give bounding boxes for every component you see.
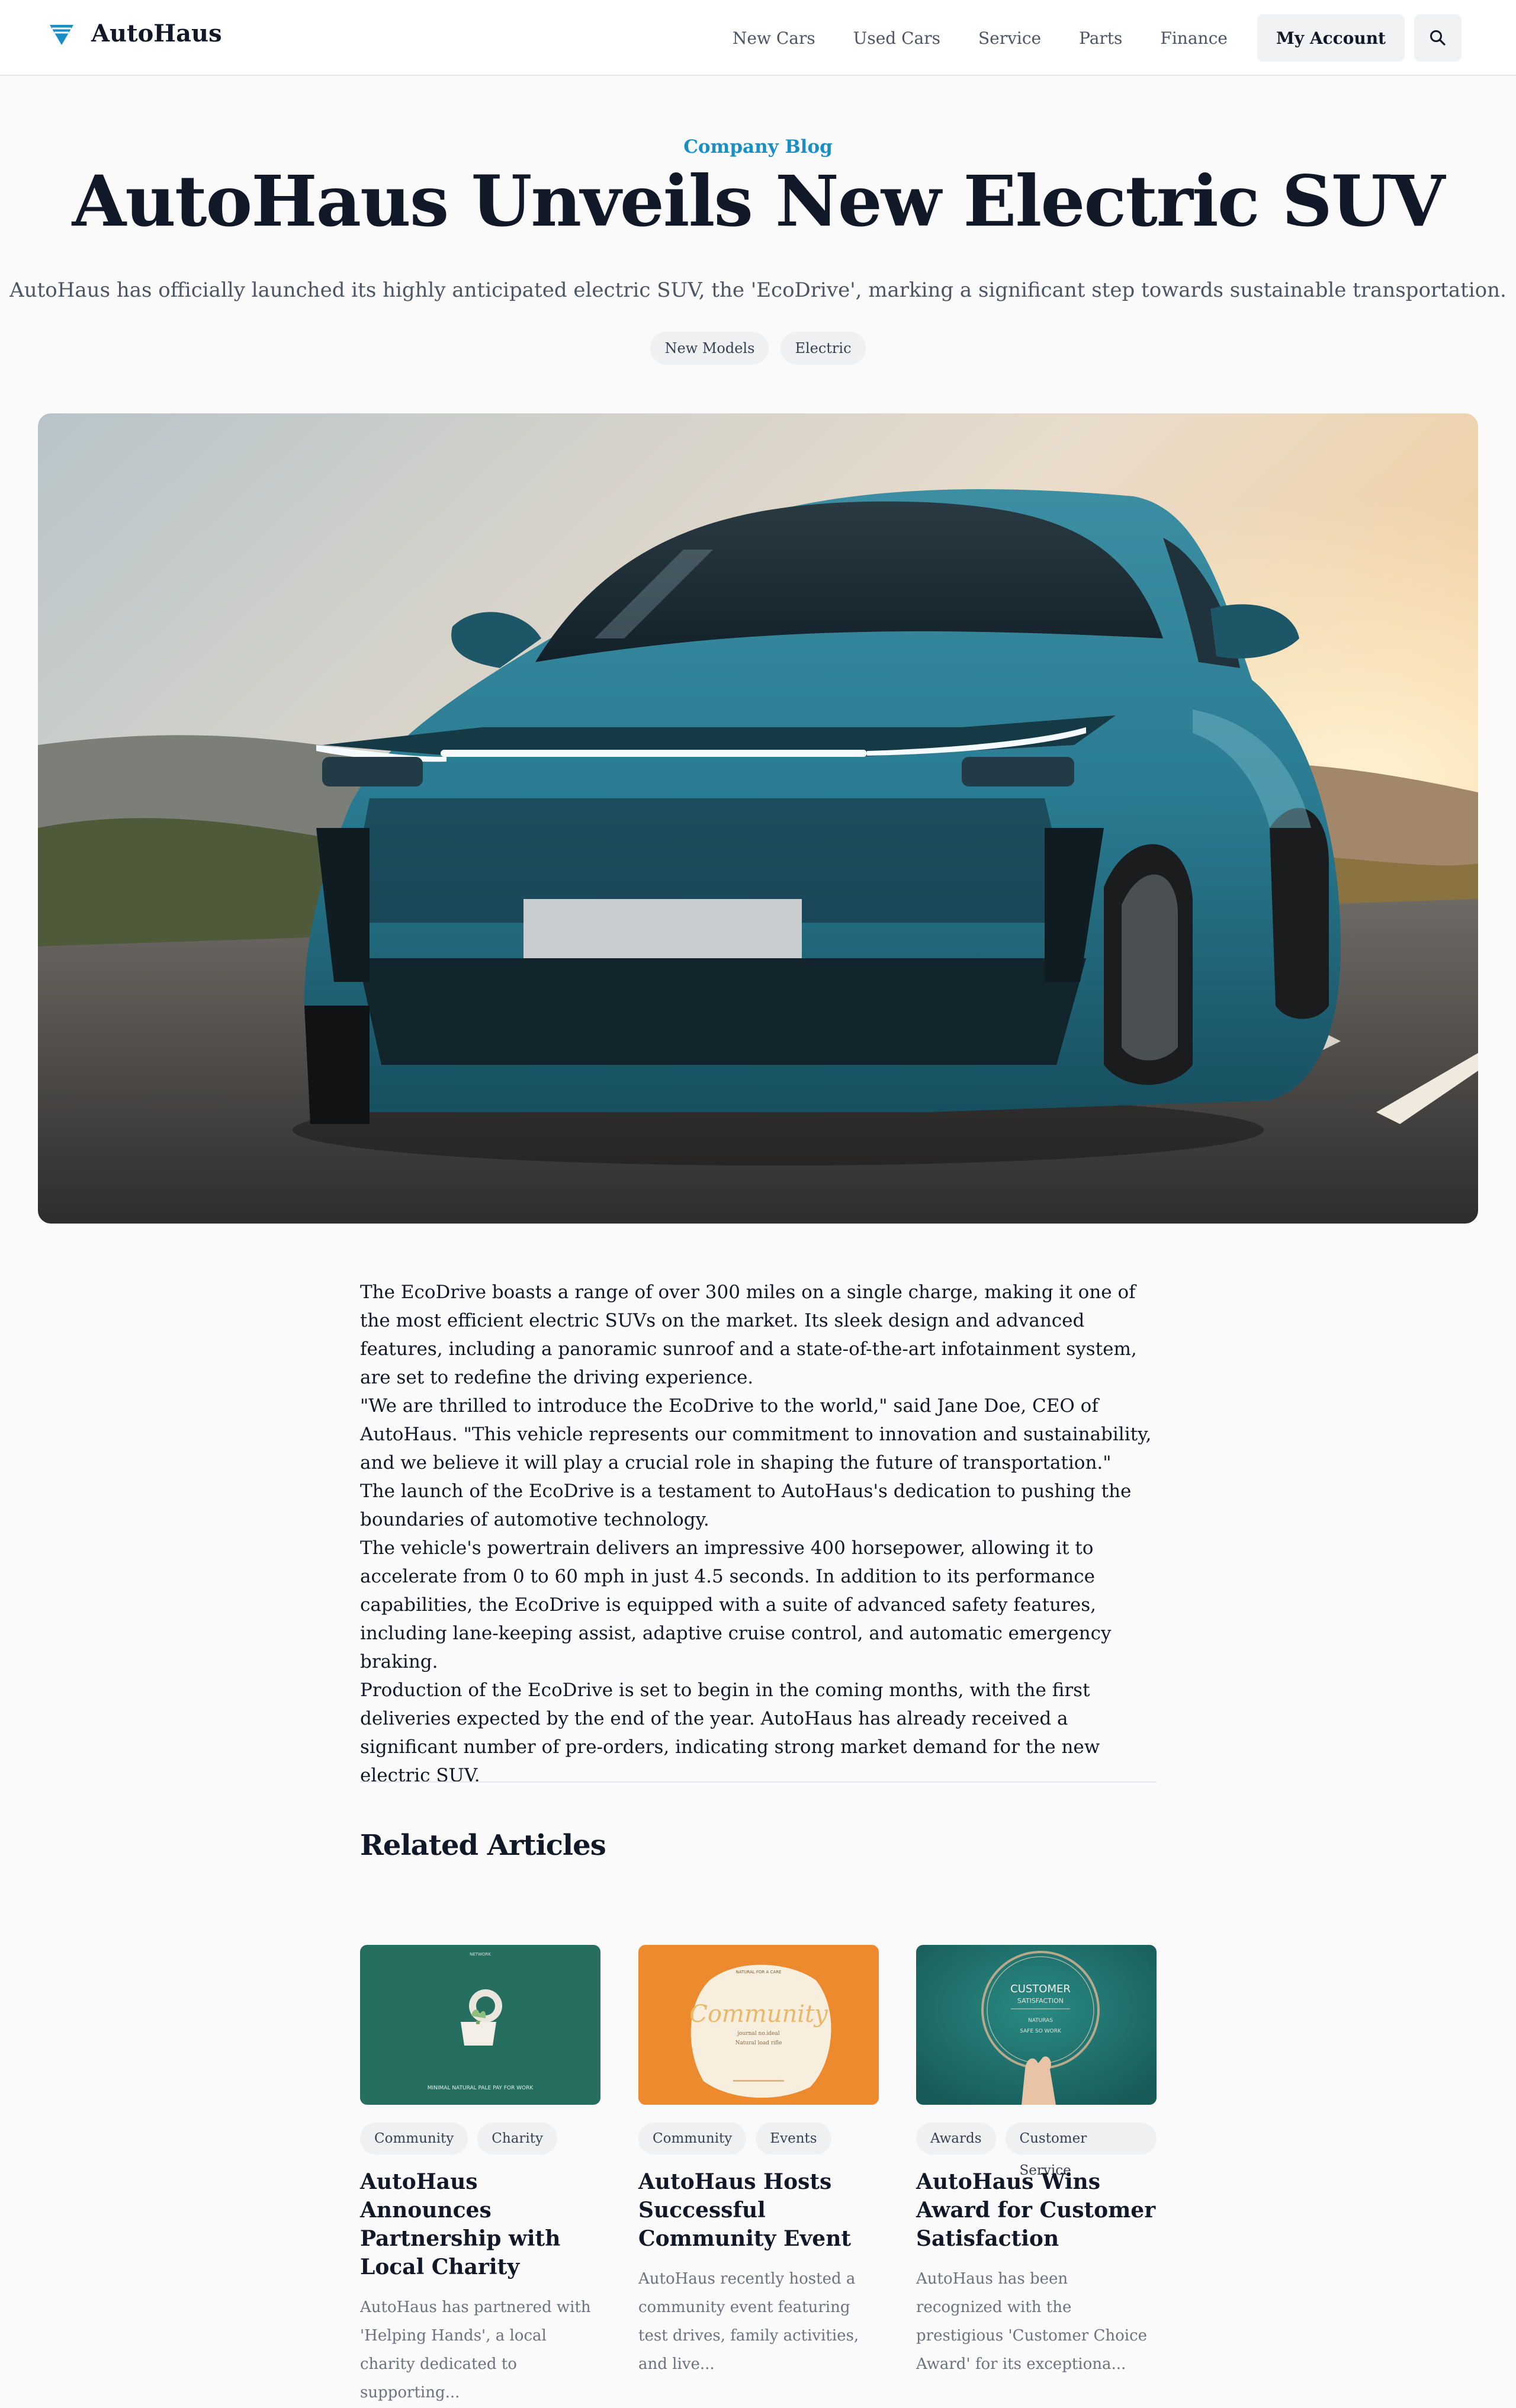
article-body: The EcoDrive boasts a range of over 300 … [360, 1278, 1157, 1790]
card-image-line: SAFE SO WORK [1020, 2028, 1062, 2034]
top-navbar: AutoHaus New Cars Used Cars Service Part… [0, 0, 1516, 76]
card-image-top-text: NETWORK [470, 1952, 491, 1957]
article-tags: New Models Electric [0, 332, 1516, 365]
card-image-top-text: NATURAL FOR A CARE [736, 1970, 782, 1974]
nav-link-parts[interactable]: Parts [1079, 28, 1122, 48]
nav-link-finance[interactable]: Finance [1160, 28, 1227, 48]
blog-eyebrow: Company Blog [683, 136, 833, 158]
card-image-line: Natural load rifle [735, 2040, 782, 2046]
card-image-line: NATURAS [1028, 2018, 1053, 2024]
card-image-script-text: Community [689, 2001, 828, 2028]
card-image-line: CUSTOMER [1010, 1983, 1071, 1995]
card-image-line: journal no.ideal [737, 2031, 779, 2037]
hero-image-electric-suv [38, 413, 1478, 1224]
related-articles-heading: Related Articles [360, 1829, 606, 1862]
card-image-community-event[interactable]: NATURAL FOR A CARE Community journal no.… [638, 1945, 879, 2105]
card-tags: Community Charity [360, 2123, 600, 2155]
card-title[interactable]: AutoHaus Hosts Successful Community Even… [638, 2168, 879, 2253]
article-paragraph: The EcoDrive boasts a range of over 300 … [360, 1282, 1137, 1388]
tag-electric[interactable]: Electric [781, 332, 866, 365]
article-paragraph: Production of the EcoDrive is set to beg… [360, 1680, 1100, 1786]
search-button[interactable] [1414, 14, 1462, 62]
card-title[interactable]: AutoHaus Announces Partnership with Loca… [360, 2168, 600, 2281]
card-tags: Community Events [638, 2123, 879, 2155]
article-subtitle: AutoHaus has officially launched its hig… [9, 278, 1507, 302]
brand-home-link[interactable]: AutoHaus [47, 19, 222, 47]
main-nav: New Cars Used Cars Service Parts Finance… [733, 14, 1462, 62]
tag-community[interactable]: Community [638, 2123, 747, 2155]
tag-events[interactable]: Events [756, 2123, 831, 2155]
search-icon [1430, 30, 1446, 46]
card-image-caption: MINIMAL NATURAL PALE PAY FOR WORK [428, 2085, 534, 2091]
card-image-line: SATISFACTION [1017, 1997, 1064, 2005]
related-article-card[interactable]: NETWORK MINIMAL NATURAL PALE PAY FOR WOR… [360, 1945, 600, 2407]
tag-new-models[interactable]: New Models [650, 332, 769, 365]
card-excerpt: AutoHaus has partnered with 'Helping Han… [360, 2298, 591, 2401]
section-divider [360, 1781, 1157, 1783]
article-paragraph: "We are thrilled to introduce the EcoDri… [360, 1395, 1152, 1473]
tag-awards[interactable]: Awards [916, 2123, 996, 2155]
article-paragraph: The launch of the EcoDrive is a testamen… [360, 1481, 1132, 1530]
article-paragraph: The vehicle's powertrain delivers an imp… [360, 1537, 1112, 1672]
card-excerpt: AutoHaus has been recognized with the pr… [916, 2270, 1148, 2373]
nav-link-new-cars[interactable]: New Cars [733, 28, 815, 48]
tag-community[interactable]: Community [360, 2123, 468, 2155]
related-article-card[interactable]: CUSTOMER SATISFACTION NATURAS SAFE SO WO… [916, 1945, 1157, 2378]
card-excerpt: AutoHaus recently hosted a community eve… [638, 2270, 859, 2373]
card-title[interactable]: AutoHaus Wins Award for Customer Satisfa… [916, 2168, 1157, 2253]
tag-charity[interactable]: Charity [477, 2123, 558, 2155]
card-image-charity[interactable]: NETWORK MINIMAL NATURAL PALE PAY FOR WOR… [360, 1945, 600, 2105]
brand-name: AutoHaus [91, 19, 222, 47]
article-title: AutoHaus Unveils New Electric SUV [72, 160, 1446, 242]
card-image-award[interactable]: CUSTOMER SATISFACTION NATURAS SAFE SO WO… [916, 1945, 1157, 2105]
related-article-card[interactable]: NATURAL FOR A CARE Community journal no.… [638, 1945, 879, 2378]
nav-link-service[interactable]: Service [978, 28, 1041, 48]
nav-link-used-cars[interactable]: Used Cars [853, 28, 940, 48]
tag-customer-service[interactable]: Customer Service [1005, 2123, 1157, 2178]
autohaus-logo-icon [50, 25, 73, 45]
my-account-button[interactable]: My Account [1257, 14, 1405, 62]
card-tags: Awards Customer Service [916, 2123, 1157, 2178]
